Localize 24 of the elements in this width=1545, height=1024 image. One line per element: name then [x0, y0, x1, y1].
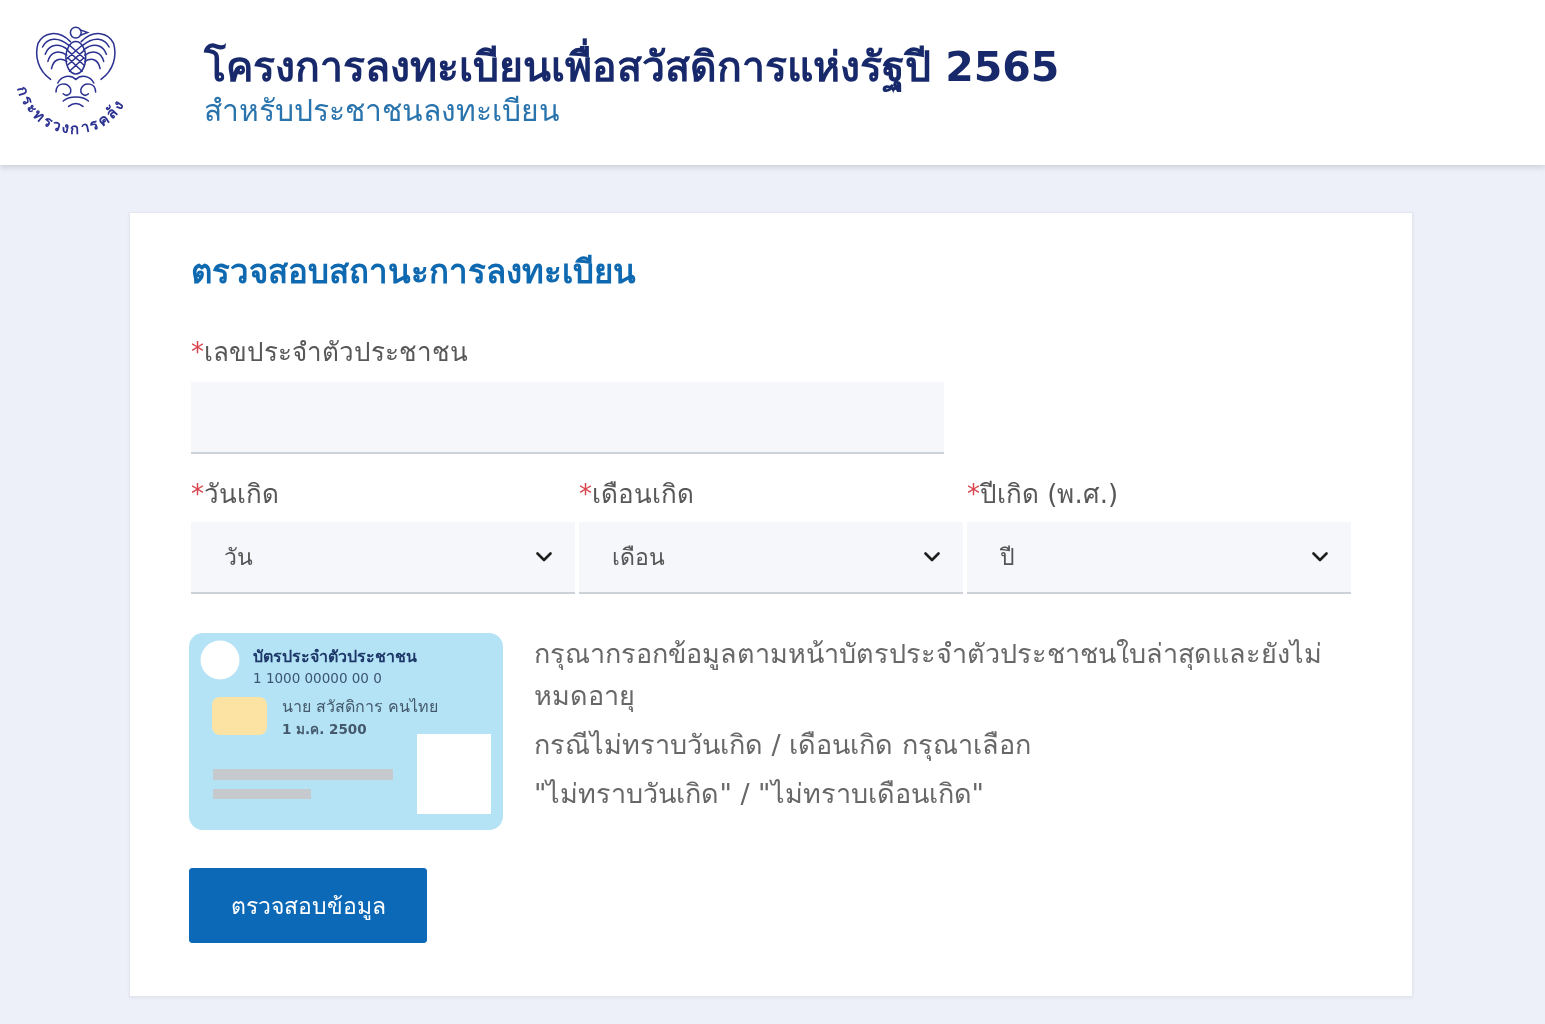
instruction-text: กรณีไม่ทราบวันเกิด / เดือนเกิด กรุณาเลือก [534, 728, 1032, 763]
id-number-input[interactable] [191, 381, 944, 454]
chip-icon [212, 697, 267, 736]
field-label: *เลขประจำตัวประชาชน [191, 335, 468, 369]
card-title: บัตรประจำตัวประชาชน [253, 647, 417, 667]
chevron-down-icon [536, 552, 552, 563]
month-select[interactable]: เดือน [579, 522, 963, 595]
check-data-button[interactable]: ตรวจสอบข้อมูล [189, 868, 427, 944]
circle-icon [200, 641, 240, 680]
instruction-text: กรุณากรอกข้อมูลตามหน้าบัตรประจำตัวประชาชนใบล่าสุดและยังไม่หมดอายุ [534, 637, 1323, 714]
form-heading: ตรวจสอบสถานะการลงทะเบียน [191, 251, 637, 293]
chevron-down-icon [1312, 552, 1328, 563]
card-birth-date: 1 ม.ค. 2500 [282, 721, 367, 738]
day-select[interactable]: วัน [191, 522, 575, 595]
year-select[interactable]: ปี [967, 522, 1351, 595]
chevron-down-icon [924, 552, 940, 563]
field-label: *วันเกิด [191, 477, 279, 511]
card-number: 1 1000 00000 00 0 [253, 670, 382, 687]
text-lines-icon [213, 769, 393, 800]
field-label: *เดือนเกิด [579, 477, 694, 511]
page-subtitle: สำหรับประชาชนลงทะเบียน [204, 92, 560, 130]
card-holder-name: นาย สวัสดิการ คนไทย [282, 697, 439, 717]
instruction-text: "ไม่ทราบวันเกิด" / "ไม่ทราบเดือนเกิด" [534, 777, 985, 812]
field-label: *ปีเกิด (พ.ศ.) [967, 477, 1119, 511]
